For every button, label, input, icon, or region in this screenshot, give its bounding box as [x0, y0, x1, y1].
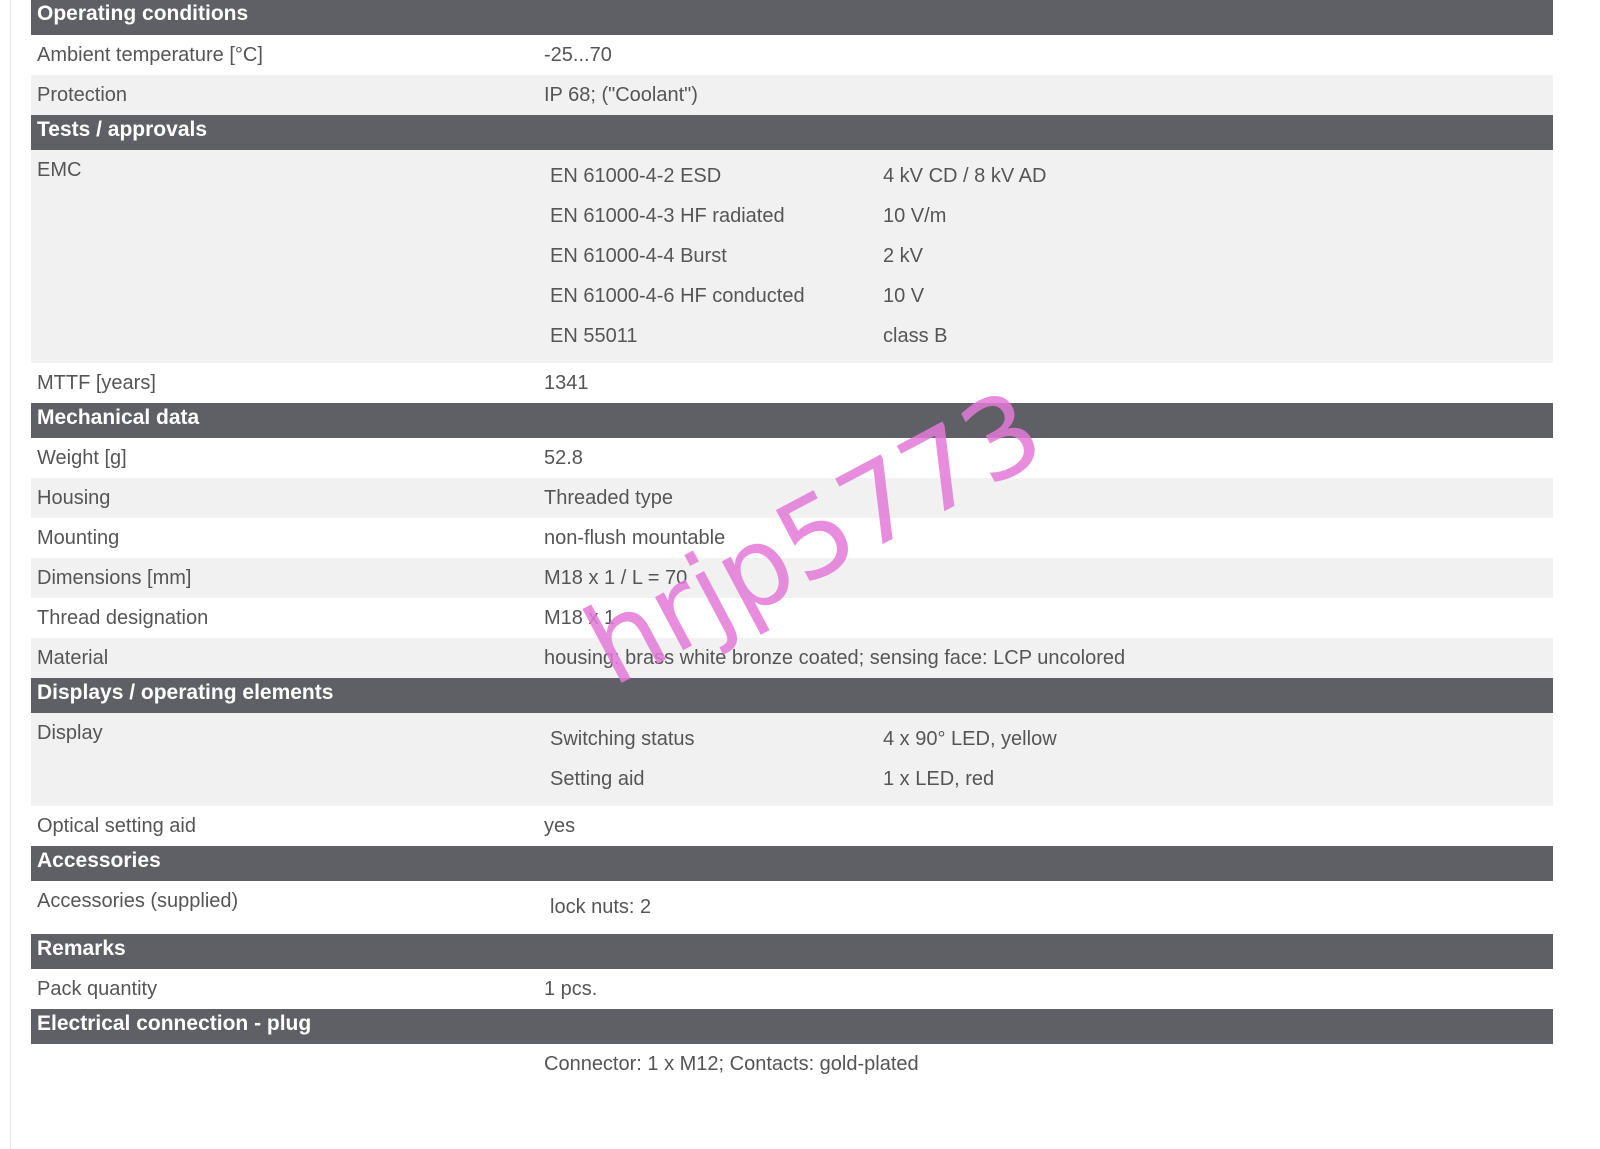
emc-standard: EN 61000-4-4 Burst [550, 245, 727, 267]
row-label: Pack quantity [37, 978, 158, 1000]
left-border-line [10, 0, 11, 1149]
emc-value: 2 kV [883, 245, 924, 267]
row-mttf: MTTF [years] 1341 [31, 363, 1553, 403]
row-value: M18 x 1 / L = 70 [544, 567, 688, 589]
row-label: Housing [37, 487, 111, 509]
row-pack-quantity: Pack quantity 1 pcs. [31, 969, 1553, 1009]
row-optical-setting-aid: Optical setting aid yes [31, 806, 1553, 846]
emc-standard: EN 55011 [550, 325, 638, 347]
display-item-value: 1 x LED, red [883, 768, 995, 790]
spec-sheet: Operating conditions Ambient temperature… [31, 0, 1553, 1084]
row-housing: Housing Threaded type [31, 478, 1553, 518]
row-value: yes [544, 815, 576, 837]
emc-value: 4 kV CD / 8 kV AD [883, 165, 1047, 187]
row-value: housing: brass white bronze coated; sens… [544, 647, 1126, 669]
row-ambient-temperature: Ambient temperature [°C] -25...70 [31, 35, 1553, 75]
section-header-mechanical-data: Mechanical data [31, 403, 1553, 438]
row-material: Material housing: brass white bronze coa… [31, 638, 1553, 678]
row-value: Threaded type [544, 487, 673, 509]
row-display: Display Switching status 4 x 90° LED, ye… [31, 713, 1553, 806]
display-item-value: 4 x 90° LED, yellow [883, 728, 1057, 750]
row-dimensions: Dimensions [mm] M18 x 1 / L = 70 [31, 558, 1553, 598]
emc-value: 10 V [883, 285, 925, 307]
display-item-name: Switching status [550, 728, 695, 750]
section-header-accessories: Accessories [31, 846, 1553, 881]
row-label: Display [37, 722, 103, 744]
row-label: Ambient temperature [°C] [37, 44, 263, 66]
row-value: 1 pcs. [544, 978, 598, 1000]
row-label: EMC [37, 159, 82, 181]
row-label: Dimensions [mm] [37, 567, 192, 589]
row-value: 52.8 [544, 447, 583, 469]
row-accessories-supplied: Accessories (supplied) lock nuts: 2 [31, 881, 1553, 934]
row-label: MTTF [years] [37, 372, 156, 394]
row-label: Accessories (supplied) [37, 890, 239, 912]
emc-standard: EN 61000-4-6 HF conducted [550, 285, 805, 307]
row-label: Weight [g] [37, 447, 127, 469]
emc-standard: EN 61000-4-2 ESD [550, 165, 722, 187]
row-label: Thread designation [37, 607, 209, 629]
row-label: Optical setting aid [37, 815, 196, 837]
section-header-operating-conditions: Operating conditions [31, 0, 1553, 35]
row-value: -25...70 [544, 44, 612, 66]
section-header-remarks: Remarks [31, 934, 1553, 969]
row-value: 1341 [544, 372, 589, 394]
row-label: Mounting [37, 527, 120, 549]
section-header-electrical-connection: Electrical connection - plug [31, 1009, 1553, 1044]
row-weight: Weight [g] 52.8 [31, 438, 1553, 478]
accessory-item-value: lock nuts: 2 [550, 896, 652, 918]
row-label: Material [37, 647, 109, 669]
emc-value: class B [883, 325, 948, 347]
row-emc: EMC EN 61000-4-2 ESD 4 kV CD / 8 kV AD E… [31, 150, 1553, 363]
row-thread-designation: Thread designation M18 x 1 [31, 598, 1553, 638]
emc-value: 10 V/m [883, 205, 947, 227]
row-value: IP 68; ("Coolant") [544, 84, 698, 106]
row-value: M18 x 1 [544, 607, 616, 629]
row-mounting: Mounting non-flush mountable [31, 518, 1553, 558]
row-value: non-flush mountable [544, 527, 726, 549]
row-protection: Protection IP 68; ("Coolant") [31, 75, 1553, 115]
section-header-displays: Displays / operating elements [31, 678, 1553, 713]
row-label: Protection [37, 84, 128, 106]
emc-standard: EN 61000-4-3 HF radiated [550, 205, 785, 227]
row-connector: Connector: 1 x M12; Contacts: gold-plate… [31, 1044, 1553, 1084]
section-header-tests-approvals: Tests / approvals [31, 115, 1553, 150]
row-value: Connector: 1 x M12; Contacts: gold-plate… [544, 1053, 919, 1075]
display-item-name: Setting aid [550, 768, 645, 790]
